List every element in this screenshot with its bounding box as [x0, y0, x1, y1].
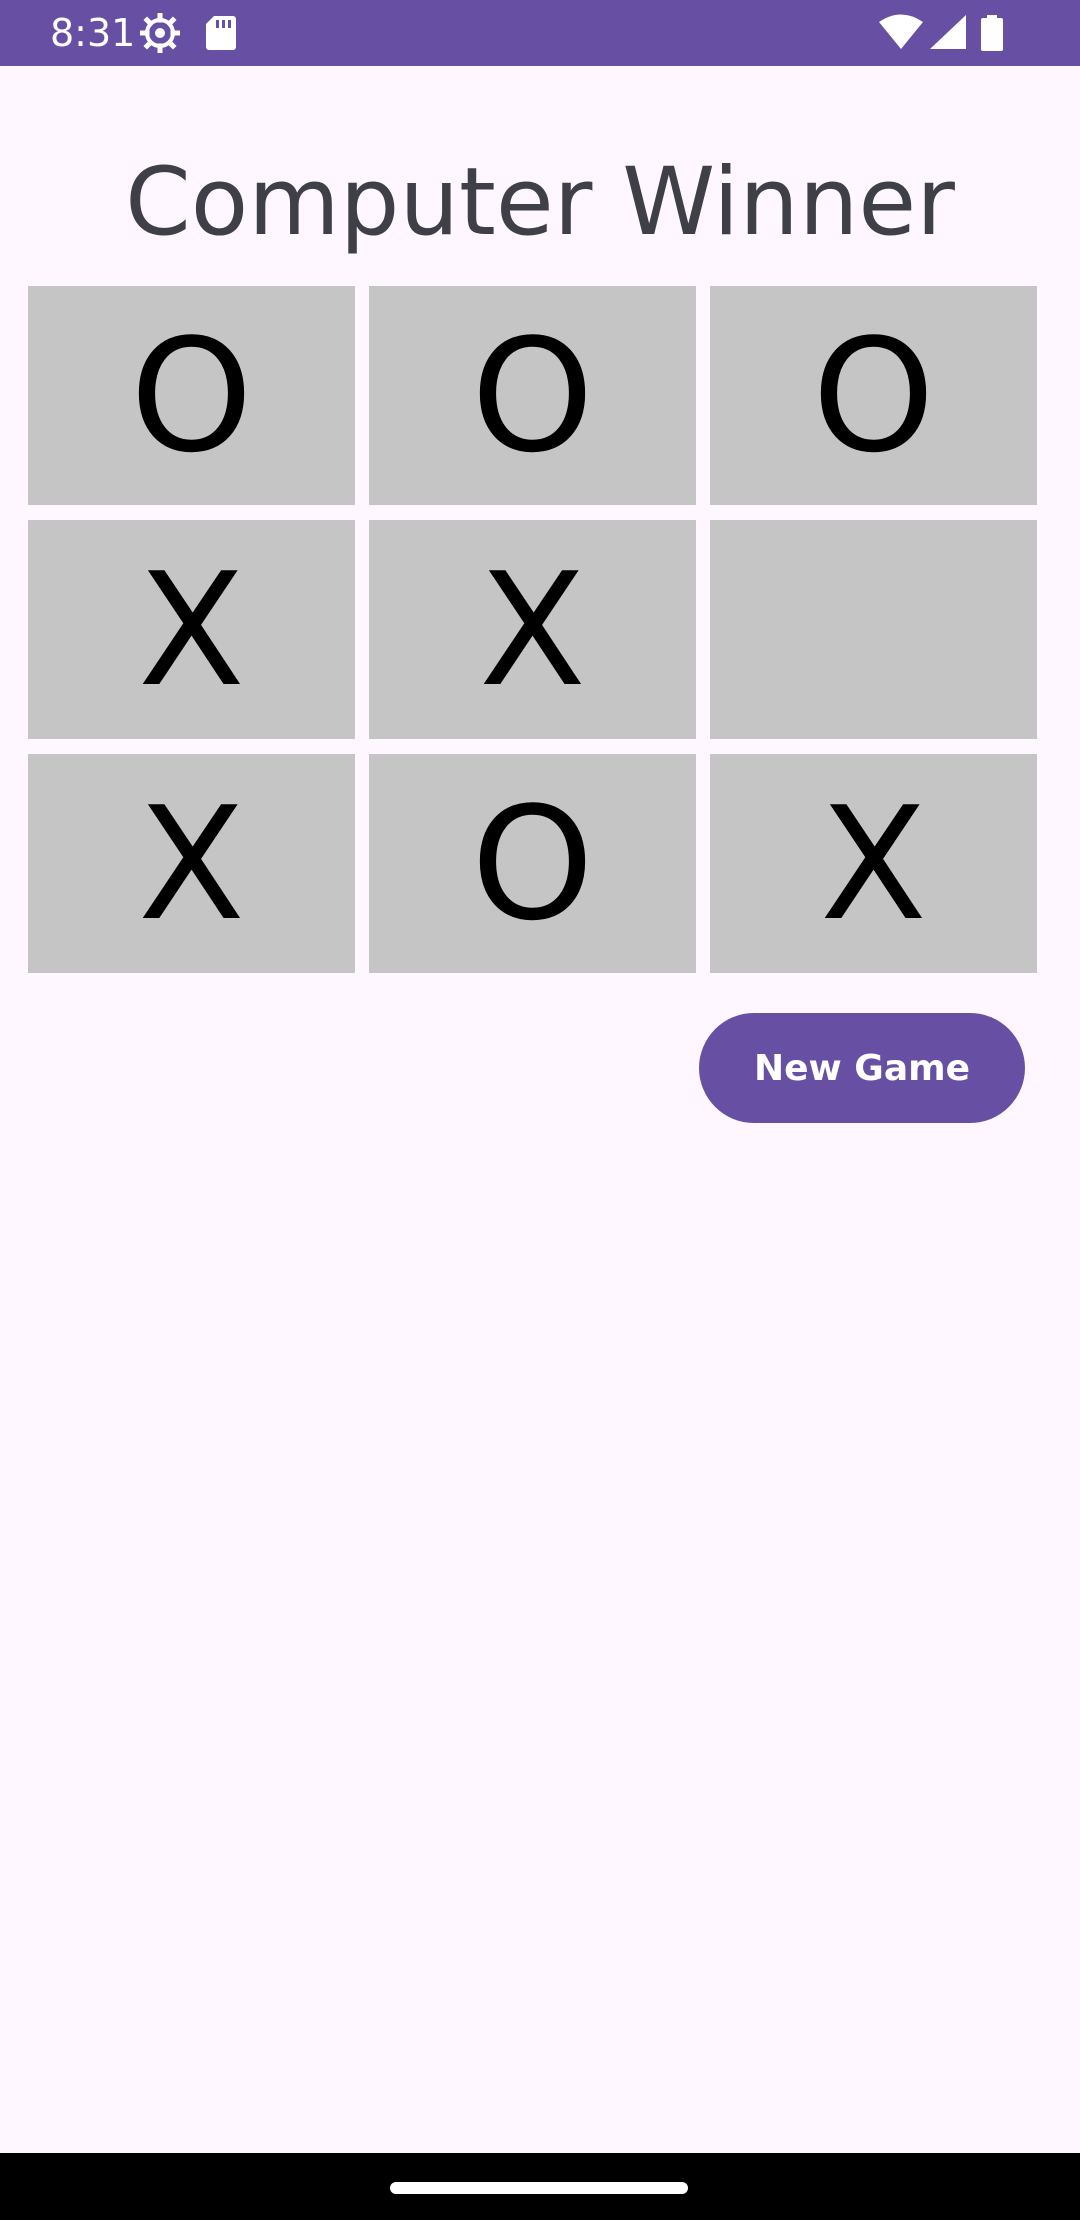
board-cell-r2c3[interactable]	[710, 520, 1037, 739]
new-game-button[interactable]: New Game	[699, 1013, 1025, 1123]
board-cell-r1c3[interactable]: O	[710, 286, 1037, 505]
sd-card-icon	[206, 16, 236, 50]
battery-icon	[981, 15, 1003, 51]
wifi-icon	[879, 14, 923, 49]
board-cell-r2c2[interactable]: X	[369, 520, 696, 739]
board-cell-r2c1[interactable]: X	[28, 520, 355, 739]
game-board: O O O X X X O X	[28, 286, 1038, 973]
board-cell-r3c2[interactable]: O	[369, 754, 696, 973]
board-cell-r1c1[interactable]: O	[28, 286, 355, 505]
game-status-title: Computer Winner	[125, 148, 955, 257]
board-cell-r1c2[interactable]: O	[369, 286, 696, 505]
board-cell-r3c3[interactable]: X	[710, 754, 1037, 973]
status-bar: 8:31	[0, 0, 1080, 66]
signal-icon	[930, 15, 966, 49]
board-cell-r3c1[interactable]: X	[28, 754, 355, 973]
status-time: 8:31	[50, 11, 136, 55]
settings-gear-icon	[140, 13, 180, 53]
home-indicator-handle[interactable]	[390, 2182, 688, 2194]
